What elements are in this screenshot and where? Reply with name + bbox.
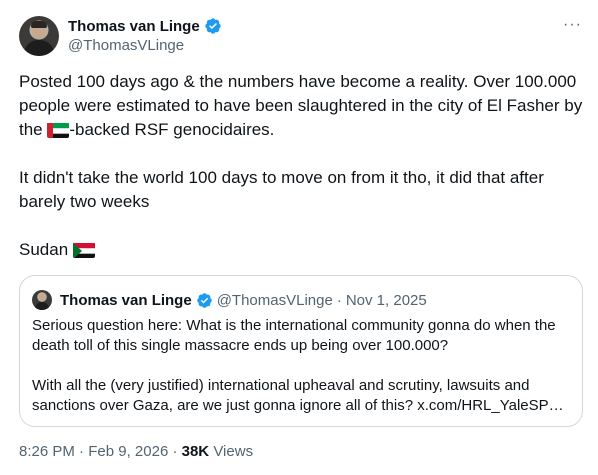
verified-badge-icon (205, 18, 221, 34)
sudan-flag-icon (72, 242, 95, 258)
quoted-tweet-card[interactable]: Thomas van Linge @ThomasVLinge · Nov 1, … (19, 275, 583, 427)
tweet-paragraph-1: Posted 100 days ago & the numbers have b… (19, 70, 585, 142)
post-date[interactable]: Feb 9, 2026 (88, 443, 168, 460)
quote-paragraph-1: Serious question here: What is the inter… (32, 317, 556, 354)
views-label: Views (213, 443, 254, 460)
more-options-icon[interactable]: ··· (563, 17, 582, 33)
quote-author-avatar (32, 290, 52, 310)
quote-header: Thomas van Linge @ThomasVLinge · Nov 1, … (60, 290, 427, 310)
footer-separator: · (172, 443, 178, 460)
tweet-text: Posted 100 days ago & the numbers have b… (19, 70, 585, 262)
tweet-paragraph-3: Sudan (19, 238, 585, 262)
quote-date: Nov 1, 2025 (345, 291, 427, 309)
quote-author-handle: @ThomasVLinge (216, 291, 333, 309)
quote-text: Serious question here: What is the inter… (32, 316, 572, 416)
tweet: Thomas van Linge @ThomasVLinge ··· Poste… (0, 0, 598, 475)
tweet-text-segment: -backed RSF genocidaires. (69, 120, 275, 139)
tweet-footer: 8:26 PM · Feb 9, 2026 · 38K Views (19, 443, 253, 460)
verified-badge-icon (196, 292, 212, 308)
post-time[interactable]: 8:26 PM (19, 443, 75, 460)
author-handle[interactable]: @ThomasVLinge (68, 37, 184, 54)
tweet-text-segment: Sudan (19, 240, 73, 259)
tweet-paragraph-2: It didn't take the world 100 days to mov… (19, 168, 544, 211)
quote-paragraph-2: With all the (very justified) internatio… (32, 377, 564, 414)
author-display-name[interactable]: Thomas van Linge (68, 18, 200, 35)
quote-separator: · (336, 291, 342, 309)
uae-flag-icon (47, 122, 70, 138)
quote-author-name: Thomas van Linge (60, 291, 192, 309)
views-count: 38K (181, 443, 210, 460)
author-name-row: Thomas van Linge (68, 16, 222, 36)
author-avatar[interactable] (19, 16, 59, 56)
footer-separator: · (79, 443, 85, 460)
